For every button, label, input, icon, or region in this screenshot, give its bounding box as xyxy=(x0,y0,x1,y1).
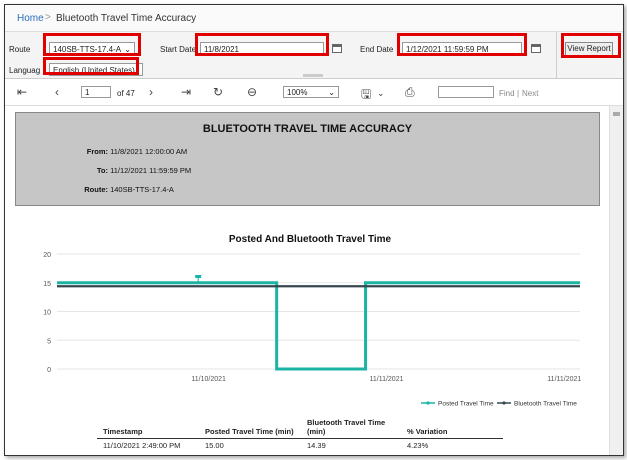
vertical-scrollbar[interactable] xyxy=(609,106,623,455)
zoom-select[interactable]: 100% ⌄ xyxy=(283,86,339,98)
chevron-down-icon: ⌄ xyxy=(124,45,131,54)
column-header: % Variation xyxy=(401,416,503,439)
chevron-down-icon: ⌄ xyxy=(328,88,335,97)
calendar-icon[interactable] xyxy=(531,44,541,53)
column-header: Posted Travel Time (min) xyxy=(199,416,301,439)
report-toolbar: ⇤ ‹ 1 of 47 › ⇥ ↻ ⊖ 100% ⌄ 🖫 ⌄ ⎙ Find | … xyxy=(5,79,623,106)
end-date-input[interactable]: 1/12/2021 11:59:59 PM xyxy=(402,42,522,55)
route-label: Route xyxy=(9,45,31,54)
report-canvas: BLUETOOTH TRAVEL TIME ACCURACY From: 11/… xyxy=(5,106,623,455)
report-header-box: BLUETOOTH TRAVEL TIME ACCURACY From: 11/… xyxy=(15,112,600,206)
to-label: To: xyxy=(96,166,108,175)
legend-marker xyxy=(426,401,430,405)
from-row: From: 11/8/2021 12:00:00 AM xyxy=(60,147,187,156)
language-label: Languag xyxy=(9,66,41,75)
language-select-value: English (United States) xyxy=(53,66,135,75)
column-header: Bluetooth Travel Time (min) xyxy=(301,416,401,439)
next-page-icon[interactable]: › xyxy=(149,85,153,99)
x-tick-label: 11/11/2021 xyxy=(369,376,403,383)
route-row-value: 140SB-TTS-17.4-A xyxy=(110,185,174,194)
app-window: Home > Bluetooth Travel Time Accuracy Ro… xyxy=(4,4,624,456)
report-title: BLUETOOTH TRAVEL TIME ACCURACY xyxy=(202,123,413,135)
to-value: 11/12/2021 11:59:59 PM xyxy=(110,166,192,175)
table-cell: 14.39 xyxy=(307,441,326,450)
scrollbar-thumb[interactable] xyxy=(613,112,620,116)
next-link[interactable]: Next xyxy=(522,89,538,98)
language-select[interactable]: English (United States) xyxy=(49,63,143,76)
divider xyxy=(556,32,557,78)
find-input[interactable] xyxy=(438,86,494,98)
back-icon[interactable]: ⊖ xyxy=(247,85,257,99)
start-date-label: Start Date xyxy=(160,45,197,54)
table-header-row: Timestamp Posted Travel Time (min) Bluet… xyxy=(97,416,503,439)
chevron-down-icon[interactable]: ⌄ xyxy=(377,88,385,99)
legend-label: Bluetooth Travel Time xyxy=(514,401,577,408)
page-number-input[interactable]: 1 xyxy=(81,86,111,98)
end-date-value: 1/12/2021 11:59:59 PM xyxy=(406,45,489,54)
toolbar-divider: | xyxy=(517,89,520,98)
table-row: 11/10/2021 2:49:00 PM 15.00 14.39 4.23% xyxy=(97,439,503,453)
start-date-input[interactable]: 11/8/2021 xyxy=(200,42,324,55)
route-select[interactable]: 140SB-TTS-17.4-A ⌄ xyxy=(49,42,135,55)
page-count: of 47 xyxy=(117,89,135,98)
table-cell: 4.23% xyxy=(407,441,429,450)
legend-label: Posted Travel Time xyxy=(438,401,494,408)
travel-time-chart: Posted And Bluetooth Travel Time 0 5 10 15 20… xyxy=(43,234,581,408)
y-tick-label: 0 xyxy=(47,367,51,374)
table-cell: 15.00 xyxy=(205,441,224,450)
collapse-handle[interactable] xyxy=(303,74,323,77)
table-cell: 11/10/2021 2:49:00 PM xyxy=(103,441,181,450)
data-table: Timestamp Posted Travel Time (min) Bluet… xyxy=(97,416,503,452)
route-row: Route: 140SB-TTS-17.4-A xyxy=(60,185,174,194)
view-report-button[interactable]: View Report xyxy=(565,42,613,56)
y-tick-label: 20 xyxy=(43,252,51,259)
series-line xyxy=(57,281,580,371)
x-tick-label: 11/10/2021 xyxy=(191,376,226,383)
to-row: To: 11/12/2021 11:59:59 PM xyxy=(60,166,191,175)
previous-page-icon[interactable]: ‹ xyxy=(55,85,59,99)
calendar-icon[interactable] xyxy=(332,44,342,53)
y-tick-label: 10 xyxy=(43,310,51,317)
page-number-value: 1 xyxy=(85,88,90,97)
parameter-panel: Route 140SB-TTS-17.4-A ⌄ Start Date 11/8… xyxy=(5,32,623,79)
start-date-value: 11/8/2021 xyxy=(204,45,239,54)
breadcrumb-home-link[interactable]: Home xyxy=(17,13,44,24)
page-title: Bluetooth Travel Time Accuracy xyxy=(56,13,197,24)
chart-title: Posted And Bluetooth Travel Time xyxy=(229,234,392,245)
print-icon[interactable]: ⎙ xyxy=(405,85,415,100)
first-page-icon[interactable]: ⇤ xyxy=(17,85,27,99)
breadcrumb-separator: > xyxy=(45,12,51,23)
zoom-value: 100% xyxy=(287,88,308,97)
from-label: From: xyxy=(86,147,108,156)
breadcrumb: Home > Bluetooth Travel Time Accuracy xyxy=(5,5,623,32)
refresh-icon[interactable]: ↻ xyxy=(213,85,223,99)
legend-marker xyxy=(502,401,506,405)
end-date-label: End Date xyxy=(360,45,394,54)
column-header: Timestamp xyxy=(97,416,199,439)
find-link[interactable]: Find xyxy=(499,89,515,98)
from-value: 11/8/2021 12:00:00 AM xyxy=(110,147,188,156)
y-tick-label: 15 xyxy=(43,281,51,288)
route-select-value: 140SB-TTS-17.4-A xyxy=(53,45,122,54)
save-icon[interactable]: 🖫 xyxy=(361,85,371,106)
y-tick-label: 5 xyxy=(47,338,51,345)
route-row-label: Route: xyxy=(84,185,108,194)
x-tick-label: 11/11/2021 xyxy=(547,376,581,383)
last-page-icon[interactable]: ⇥ xyxy=(181,85,191,99)
